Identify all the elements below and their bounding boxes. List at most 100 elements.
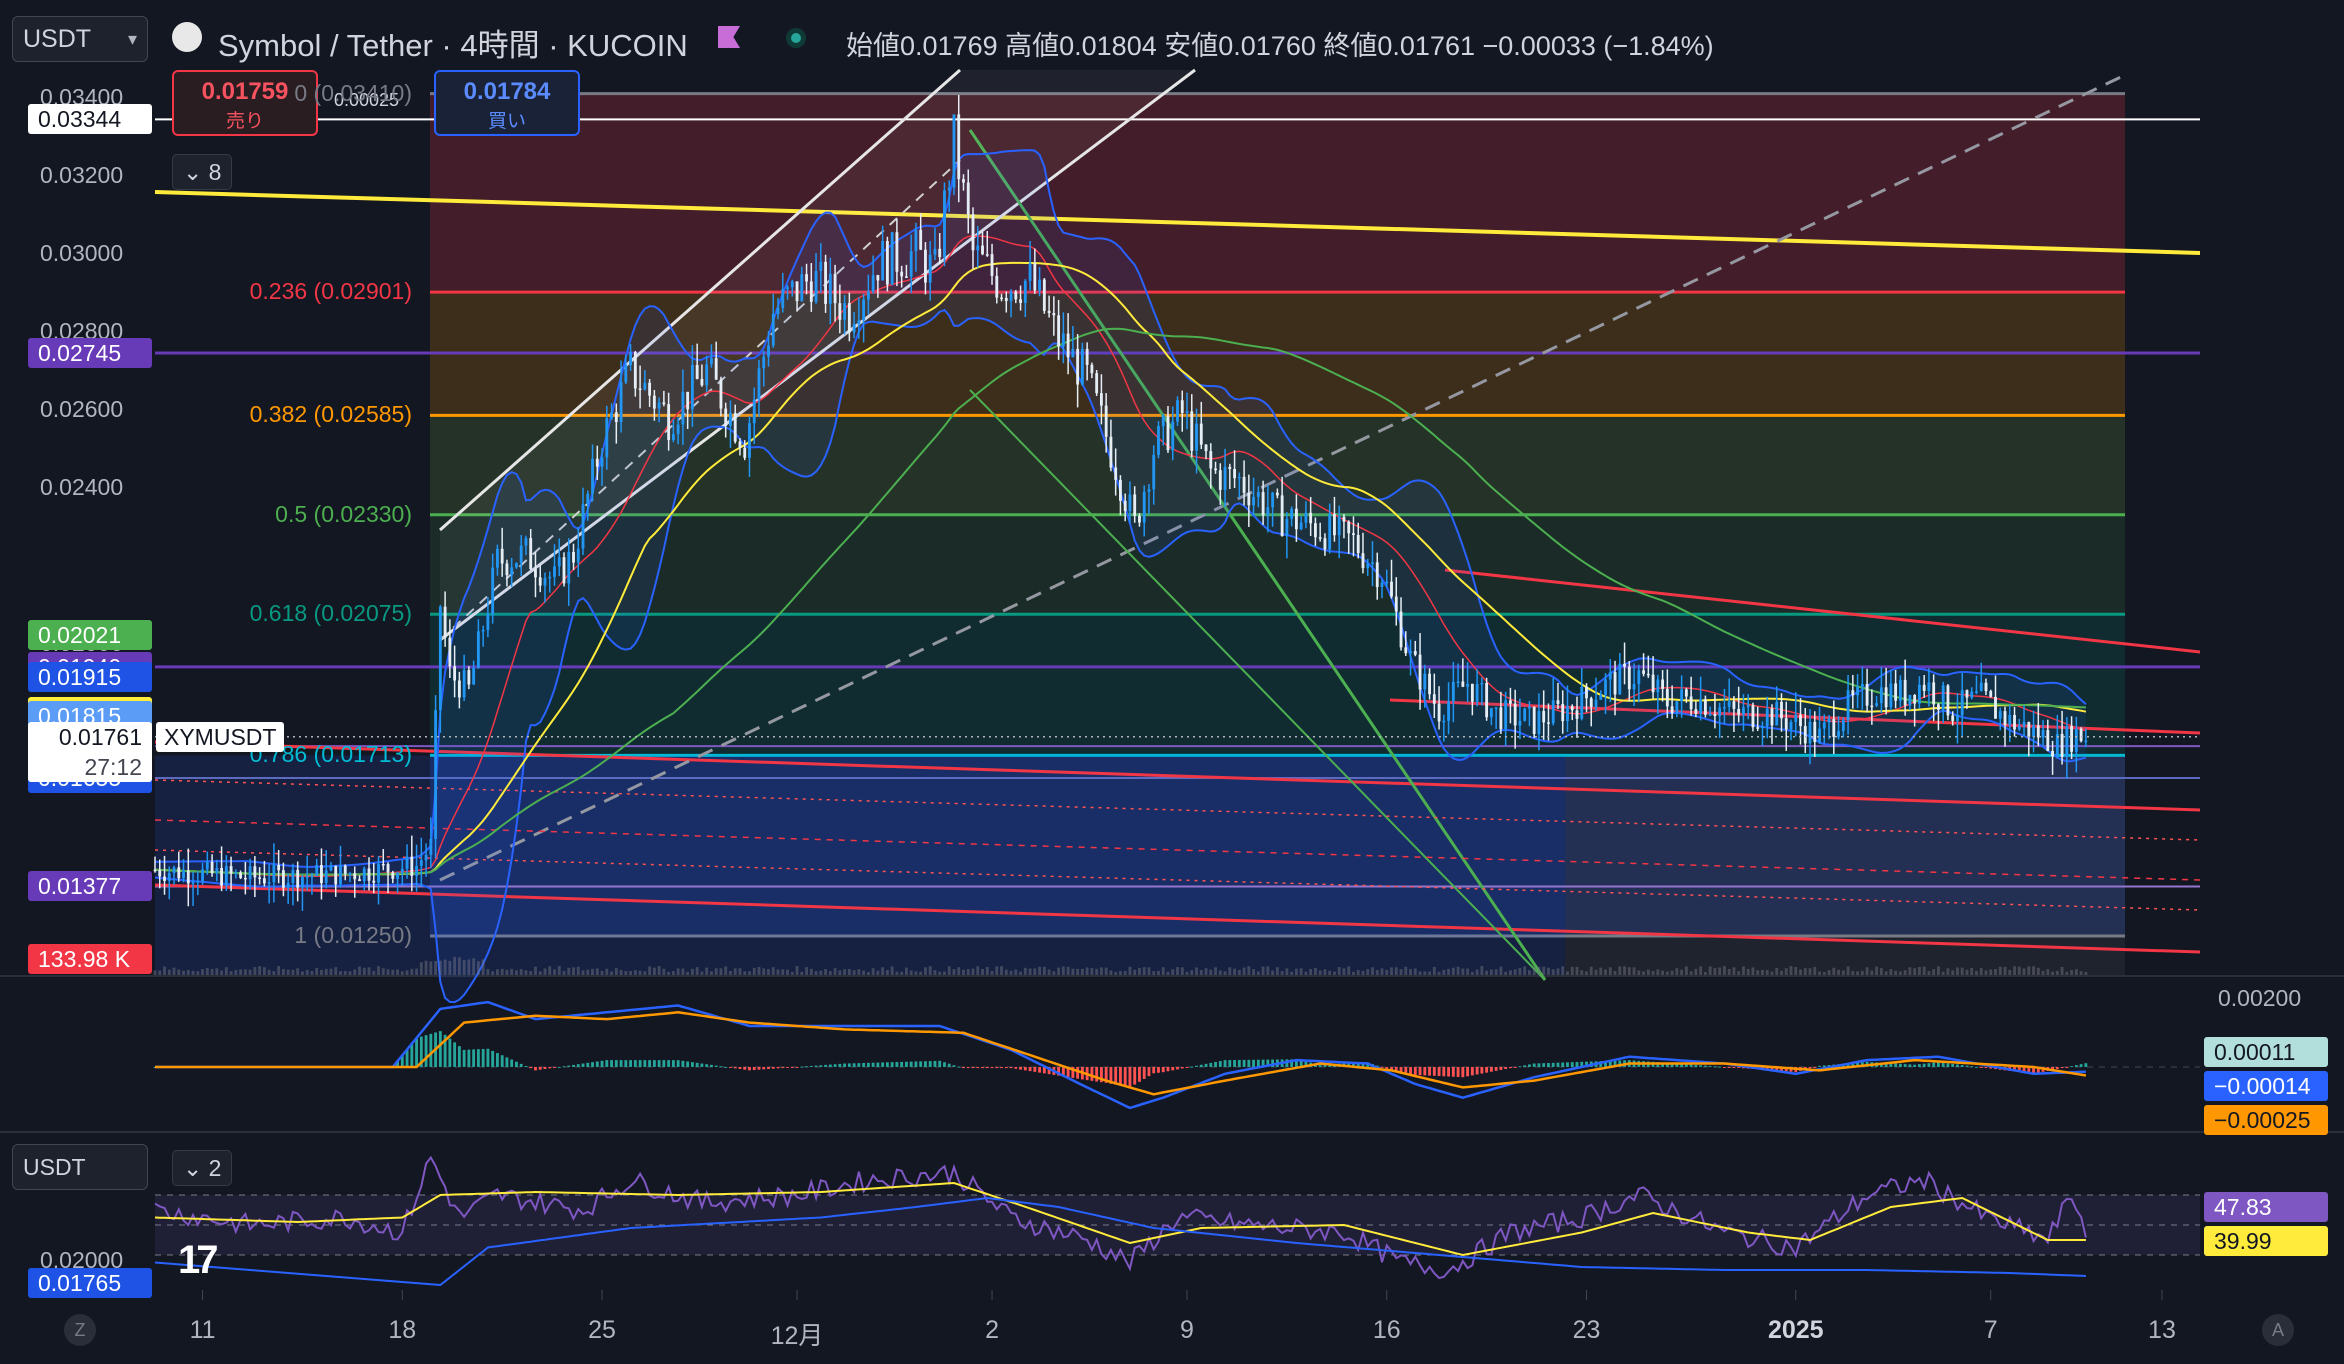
macd-histogram-bar xyxy=(852,1063,856,1067)
candle-body xyxy=(1152,454,1156,490)
candle-body xyxy=(1119,479,1122,501)
volume-bar xyxy=(1965,969,1969,975)
volume-bar xyxy=(453,957,457,975)
candle-body xyxy=(1380,582,1384,588)
rsi-unit-select[interactable]: USDT xyxy=(12,1144,148,1190)
macd-histogram-bar xyxy=(786,1066,789,1068)
zoom-button[interactable]: Z xyxy=(64,1314,96,1346)
macd-histogram-bar xyxy=(1451,1066,1455,1077)
volume-bar xyxy=(771,967,775,975)
macd-histogram-bar xyxy=(890,1062,894,1067)
macd-histogram-bar xyxy=(1456,1066,1460,1077)
candle-body xyxy=(771,313,775,346)
macd-histogram-bar xyxy=(557,1066,561,1068)
candle-body xyxy=(505,563,509,576)
candle-body xyxy=(267,882,271,884)
volume-bar xyxy=(733,968,737,975)
volume-bar xyxy=(1090,968,1094,975)
candle-body xyxy=(1898,679,1902,701)
candle-body xyxy=(833,273,837,304)
macd-histogram-bar xyxy=(1979,1066,1983,1068)
volume-bar xyxy=(1789,966,1793,975)
macd-histogram-bar xyxy=(824,1064,827,1067)
candle-body xyxy=(2084,740,2088,743)
macd-histogram-bar xyxy=(1970,1066,1974,1068)
volume-bar xyxy=(1076,968,1080,975)
macd-histogram-bar xyxy=(529,1066,533,1069)
volume-bar xyxy=(220,970,224,975)
candle-body xyxy=(686,391,690,410)
candle-body xyxy=(1470,683,1474,702)
macd-histogram-bar xyxy=(1423,1066,1427,1076)
macd-histogram-bar xyxy=(1813,1066,1817,1068)
buy-button[interactable]: 0.01784 買い xyxy=(434,70,580,136)
volume-bar xyxy=(995,966,999,975)
candle-body xyxy=(952,114,956,188)
candle-body xyxy=(186,870,190,884)
candle-body xyxy=(158,869,162,877)
candle-body xyxy=(1794,714,1798,722)
candle-body xyxy=(2051,750,2054,757)
candle-body xyxy=(900,271,904,277)
candle-body xyxy=(1399,611,1403,648)
candle-body xyxy=(1627,666,1631,690)
rsi-collapse-button[interactable]: ⌄ 2 xyxy=(172,1150,233,1186)
candle-body xyxy=(1703,699,1707,715)
volume-bar xyxy=(1252,969,1256,975)
candle-body xyxy=(1299,522,1303,530)
candle-body xyxy=(215,868,219,874)
volume-bar xyxy=(1665,971,1669,975)
macd-histogram-bar xyxy=(1822,1065,1826,1067)
time-axis-tick: 16 xyxy=(1372,1316,1401,1344)
volume-bar xyxy=(1946,968,1950,975)
candle-body xyxy=(196,880,200,883)
volume-bar xyxy=(952,969,956,975)
volume-bar xyxy=(586,969,590,975)
flag-icon[interactable] xyxy=(718,26,740,48)
macd-histogram-bar xyxy=(881,1062,885,1067)
time-axis-tick: 18 xyxy=(388,1316,417,1344)
candle-body xyxy=(662,402,666,405)
volume-bar xyxy=(476,961,480,975)
time-axis-tick: 23 xyxy=(1572,1316,1601,1344)
macd-histogram-bar xyxy=(1718,1066,1722,1068)
candle-body xyxy=(1818,728,1821,743)
volume-bar xyxy=(1323,969,1327,975)
volume-bar xyxy=(1661,970,1665,975)
volume-bar xyxy=(1385,969,1389,975)
chevron-down-icon: ⌄ xyxy=(183,159,209,185)
candle-body xyxy=(1684,689,1688,697)
chart-canvas[interactable] xyxy=(0,0,2344,1364)
volume-bar xyxy=(358,966,361,975)
volume-bar xyxy=(1195,967,1198,975)
macd-histogram-bar xyxy=(448,1038,452,1067)
macd-histogram-bar xyxy=(605,1060,609,1067)
indicators-collapse-button[interactable]: ⌄ 8 xyxy=(172,154,233,190)
time-axis-tick: 2 xyxy=(985,1316,999,1344)
volume-bar xyxy=(1732,967,1736,975)
volume-bar xyxy=(1884,971,1888,975)
auto-scale-button[interactable]: A xyxy=(2262,1314,2294,1346)
volume-bar xyxy=(234,969,238,975)
candle-body xyxy=(748,423,751,458)
macd-histogram-bar xyxy=(1547,1063,1550,1067)
volume-bar xyxy=(1042,966,1046,975)
volume-bar xyxy=(1537,966,1541,975)
volume-bar xyxy=(814,971,818,975)
macd-histogram-bar xyxy=(767,1066,770,1069)
candle-body xyxy=(700,378,704,386)
tradingview-logo-icon[interactable]: 17 xyxy=(178,1238,218,1283)
candle-body xyxy=(472,667,476,685)
macd-histogram-bar xyxy=(1409,1066,1412,1075)
candle-body xyxy=(1623,663,1626,667)
candle-body xyxy=(1975,691,1978,693)
volume-bar xyxy=(1932,969,1936,975)
candle-body xyxy=(1190,411,1194,451)
volume-bar xyxy=(553,969,556,975)
volume-bar xyxy=(662,968,666,975)
volume-bar xyxy=(400,971,404,975)
currency-select[interactable]: USDT ▾ xyxy=(12,16,148,62)
macd-histogram-bar xyxy=(1722,1066,1726,1068)
symbol-title[interactable]: Symbol / Tether · 4時間 · KUCOIN xyxy=(218,20,688,65)
candle-body xyxy=(534,569,537,578)
